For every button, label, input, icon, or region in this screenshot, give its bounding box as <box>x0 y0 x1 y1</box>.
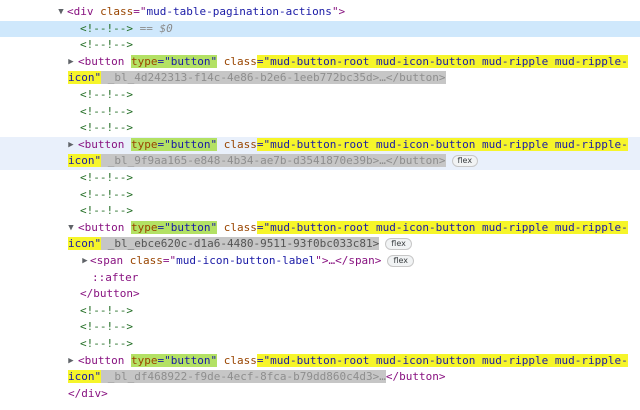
dom-node-comment[interactable]: <!--!--> <box>0 120 640 137</box>
dom-node-button-cont[interactable]: icon" _bl_9f9aa165-e848-4b34-ae7b-d35418… <box>0 153 640 170</box>
blazor-id: _bl_4d242313-f14c-4e86-b2e6-1eeb772bc35d… <box>101 71 446 85</box>
attr-name: class <box>223 54 257 68</box>
expand-arrow-icon[interactable]: ▶ <box>66 137 76 154</box>
attr-value: ="mud-button-root mud-icon-button mud-ri… <box>256 353 628 367</box>
attr-name: class <box>100 5 134 18</box>
dom-node-button-cont[interactable]: icon" _bl_ebce620c-d1a6-4480-9511-93f0bc… <box>0 236 640 253</box>
attr-name: class <box>223 137 257 151</box>
dom-node-span[interactable]: ▶ <span class="mud-icon-button-label">…<… <box>0 253 640 270</box>
dom-node-comment[interactable]: <!--!--> <box>0 203 640 220</box>
pseudo-element: ::after <box>92 270 139 284</box>
dom-node-close[interactable]: </button> <box>0 286 640 303</box>
tag-close: </button> <box>80 287 140 301</box>
tag-close: ">…</span> <box>315 254 382 267</box>
tag-open: <div <box>67 5 101 18</box>
attr-eq: =" <box>162 254 177 267</box>
dom-node-comment[interactable]: <!--!--> <box>0 336 640 353</box>
attr-value: mud-icon-button-label <box>176 254 316 267</box>
attr-value: icon" <box>68 237 102 251</box>
comment-node: <!--!--> <box>80 320 133 334</box>
comment-node: <!--!--> <box>80 204 133 218</box>
attr-name: type <box>130 353 158 367</box>
expand-arrow-icon[interactable]: ▶ <box>80 253 90 270</box>
dom-node-comment[interactable]: <!--!--> <box>0 37 640 54</box>
attr-value: ="button" <box>157 353 218 367</box>
attr-name: class <box>223 353 257 367</box>
comment-node: <!--!--> <box>80 121 133 135</box>
dom-node-pseudo[interactable]: ::after <box>0 270 640 287</box>
attr-name: type <box>130 54 158 68</box>
flex-badge[interactable]: flex <box>387 255 414 267</box>
flex-badge[interactable]: flex <box>385 238 412 251</box>
dom-node-div[interactable]: ▼ <div class="mud-table-pagination-actio… <box>0 4 640 21</box>
dom-node-button[interactable]: ▶ <button type="button" class="mud-butto… <box>0 54 640 71</box>
tag-open: <button <box>78 54 131 68</box>
collapse-arrow-icon[interactable]: ▼ <box>66 220 76 237</box>
attr-name: type <box>130 137 158 151</box>
comment-node: <!--!--> <box>80 337 133 350</box>
attr-value: icon" <box>68 370 102 384</box>
tag-open: <button <box>78 137 131 151</box>
blazor-id: _bl_ebce620c-d1a6-4480-9511-93f0bc033c81… <box>101 237 380 251</box>
attr-value: mud-table-pagination-actions <box>146 5 332 18</box>
dom-node-comment[interactable]: <!--!--> <box>0 87 640 104</box>
attr-value: ="button" <box>157 54 218 68</box>
tag-open: <button <box>78 220 131 234</box>
dom-node-close[interactable]: </div> <box>0 386 640 403</box>
expand-arrow-icon[interactable]: ▶ <box>66 353 76 370</box>
comment-node: <!--!--> <box>80 171 133 184</box>
tag-close: "> <box>331 5 346 18</box>
attr-value: ="button" <box>157 220 218 234</box>
flex-badge[interactable]: flex <box>451 155 479 168</box>
selected-marker: == $0 <box>132 21 173 35</box>
dom-node-button-hovered[interactable]: ▶ <button type="button" class="mud-butto… <box>0 136 640 154</box>
blazor-id: _bl_9f9aa165-e848-4b34-ae7b-d3541870e39b… <box>101 154 446 168</box>
attr-value: icon" <box>68 71 102 85</box>
comment-node: <!--!--> <box>80 303 133 317</box>
dom-node-button-expanded[interactable]: ▼ <button type="button" class="mud-butto… <box>0 220 640 237</box>
attr-value: icon" <box>68 154 102 168</box>
dom-node-comment-selected[interactable]: <!--!--> == $0 <box>0 20 640 38</box>
attr-name: type <box>130 220 158 234</box>
tag-close: </div> <box>68 386 108 400</box>
attr-value: ="mud-button-root mud-icon-button mud-ri… <box>256 220 628 234</box>
dom-tree: ▼ <div class="mud-table-pagination-actio… <box>0 0 640 410</box>
attr-name: class <box>129 254 163 267</box>
dom-node-button[interactable]: ▶ <button type="button" class="mud-butto… <box>0 353 640 370</box>
tag-close: </button> <box>385 370 446 384</box>
comment-node: <!--!--> <box>80 187 133 201</box>
comment-node: <!--!--> <box>80 104 133 118</box>
dom-node-comment[interactable]: <!--!--> <box>0 170 640 187</box>
attr-name: class <box>223 220 257 234</box>
dom-node-comment[interactable]: <!--!--> <box>0 303 640 320</box>
dom-node-comment[interactable]: <!--!--> <box>0 319 640 336</box>
expand-arrow-icon[interactable]: ▼ <box>56 4 66 21</box>
attr-value: ="button" <box>157 137 218 151</box>
comment-node: <!--!--> <box>80 38 133 52</box>
attr-eq: =" <box>133 5 147 18</box>
tag-open: <span <box>90 254 130 267</box>
tag-open: <button <box>78 353 131 367</box>
attr-value: ="mud-button-root mud-icon-button mud-ri… <box>256 54 628 68</box>
dom-node-button-cont[interactable]: icon" _bl_4d242313-f14c-4e86-b2e6-1eeb77… <box>0 70 640 87</box>
dom-node-comment[interactable]: <!--!--> <box>0 187 640 204</box>
expand-arrow-icon[interactable]: ▶ <box>66 54 76 71</box>
blazor-id: _bl_df468922-f9de-4ecf-8fca-b79dd860c4d3… <box>101 370 386 384</box>
comment-node: <!--!--> <box>80 88 133 101</box>
dom-node-comment[interactable]: <!--!--> <box>0 104 640 121</box>
attr-value: ="mud-button-root mud-icon-button mud-ri… <box>256 137 628 151</box>
comment-node: <!--!--> <box>80 21 133 35</box>
dom-node-button-cont[interactable]: icon" _bl_df468922-f9de-4ecf-8fca-b79dd8… <box>0 369 640 386</box>
